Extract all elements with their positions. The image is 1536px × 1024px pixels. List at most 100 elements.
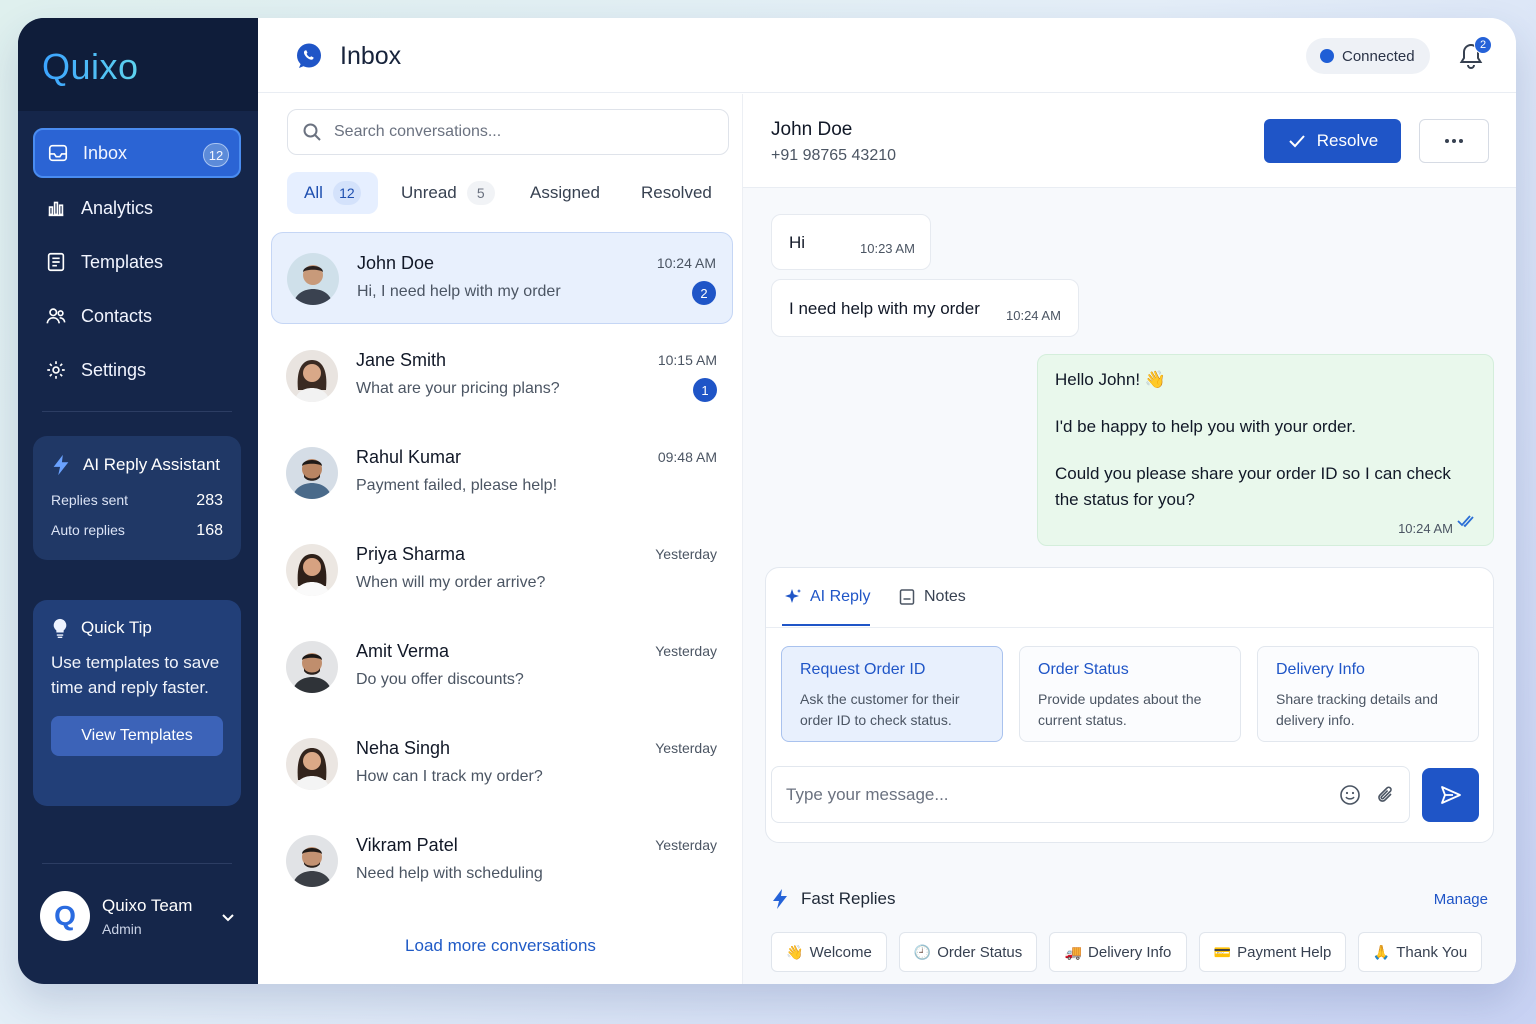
sidebar-item-templates[interactable]: Templates (33, 237, 241, 287)
top-bar: Inbox Connected 2 (258, 18, 1516, 93)
incoming-message: I need help with my order 10:24 AM (771, 279, 1079, 337)
stat-row: Replies sent 283 (51, 492, 223, 510)
conversation-item[interactable]: Neha Singh How can I track my order? Yes… (271, 718, 733, 810)
tab-resolved[interactable]: Resolved (641, 172, 712, 214)
avatar (287, 253, 339, 305)
search-input[interactable]: Search conversations... (287, 109, 729, 155)
attachment-icon[interactable] (1375, 784, 1397, 806)
more-icon (1445, 139, 1463, 143)
page-title: Inbox (340, 42, 402, 70)
chip-label: Order Status (937, 943, 1023, 961)
avatar (286, 738, 338, 790)
load-more-link[interactable]: Load more conversations (258, 936, 743, 956)
main-area: Inbox Connected 2 Search conversations..… (258, 18, 1516, 984)
message-text: Hi (789, 233, 806, 252)
chip-label: Thank You (1396, 943, 1468, 961)
conversation-item[interactable]: Vikram Patel Need help with scheduling Y… (271, 815, 733, 907)
contact-name: Amit Verma (356, 641, 450, 661)
conversation-item[interactable]: Priya Sharma When will my order arrive? … (271, 524, 733, 616)
resolve-button[interactable]: Resolve (1264, 119, 1401, 163)
stat-label: Auto replies (51, 522, 125, 538)
sidebar-item-label: Settings (81, 359, 147, 380)
tab-unread[interactable]: Unread 5 (401, 172, 495, 214)
emoji-icon[interactable] (1339, 784, 1361, 806)
sidebar: Quixo Inbox 12 Analytics Templates Conta… (18, 18, 258, 984)
tab-divider (766, 627, 1493, 628)
tab-ai-reply[interactable]: AI Reply (784, 588, 870, 606)
tab-all[interactable]: All 12 (287, 172, 378, 214)
user-role: Admin (102, 920, 142, 937)
message-input[interactable]: Type your message... (771, 766, 1410, 823)
suggestion-card[interactable]: Delivery Info Share tracking details and… (1257, 646, 1479, 742)
message-preview: How can I track my order? (356, 768, 543, 785)
stat-value: 168 (196, 522, 223, 539)
clock-icon: 🕘 (913, 943, 932, 960)
contact-name: Rahul Kumar (356, 447, 462, 467)
search-icon (303, 123, 321, 141)
suggestion-card[interactable]: Order Status Provide updates about the c… (1019, 646, 1241, 742)
thank-you-icon: 🙏 (1372, 943, 1391, 960)
message-preview: Do you offer discounts? (356, 671, 524, 688)
sidebar-item-analytics[interactable]: Analytics (33, 183, 241, 233)
message-time: 10:24 AM (1398, 521, 1453, 536)
sidebar-item-inbox[interactable]: Inbox 12 (33, 128, 241, 178)
fast-reply-chip[interactable]: 🙏 Thank You (1358, 932, 1482, 972)
tab-count: 12 (332, 181, 361, 205)
message-time: 10:23 AM (860, 241, 915, 256)
avatar: Q (40, 891, 90, 941)
tab-label: AI Reply (810, 588, 871, 605)
conversation-item[interactable]: John Doe Hi, I need help with my order 1… (271, 232, 733, 324)
user-profile[interactable]: Q Quixo Team Admin (40, 891, 240, 941)
suggestion-title: Request Order ID (800, 661, 926, 678)
suggestion-title: Delivery Info (1276, 661, 1365, 678)
chat-panel: John Doe +91 98765 43210 Resolve Hi 10:2… (743, 94, 1516, 984)
avatar (286, 350, 338, 402)
avatar (286, 641, 338, 693)
outgoing-message: Hello John! 👋 I'd be happy to help you w… (1037, 354, 1494, 546)
sidebar-item-label: Inbox (83, 142, 128, 163)
active-tab-indicator (782, 624, 870, 626)
view-templates-button[interactable]: View Templates (51, 716, 223, 756)
card-icon: 💳 (1213, 943, 1232, 960)
fast-reply-chip[interactable]: 👋 Welcome (771, 932, 887, 972)
sidebar-divider (42, 863, 232, 864)
fast-replies-title: Fast Replies (801, 889, 896, 908)
status-dot-icon (1320, 49, 1334, 63)
message-time: Yesterday (655, 740, 717, 756)
fast-reply-chip[interactable]: 💳 Payment Help (1199, 932, 1346, 972)
tab-notes[interactable]: Notes (898, 588, 966, 606)
sidebar-item-contacts[interactable]: Contacts (33, 291, 241, 341)
contacts-icon (45, 305, 67, 327)
conversation-item[interactable]: Amit Verma Do you offer discounts? Yeste… (271, 621, 733, 713)
incoming-message: Hi 10:23 AM (771, 214, 931, 270)
message-preview: Need help with scheduling (356, 865, 543, 882)
send-icon (1440, 786, 1461, 804)
chevron-down-icon[interactable] (220, 909, 236, 925)
fast-reply-chip[interactable]: 🕘 Order Status (899, 932, 1037, 972)
sidebar-item-settings[interactable]: Settings (33, 345, 241, 395)
message-time: 10:15 AM (657, 352, 717, 368)
send-button[interactable] (1422, 768, 1479, 822)
message-input-placeholder: Type your message... (786, 784, 949, 804)
avatar (286, 835, 338, 887)
manage-link[interactable]: Manage (1434, 891, 1488, 908)
conversation-item[interactable]: Jane Smith What are your pricing plans? … (271, 330, 733, 422)
user-info: Quixo Team Admin (102, 896, 192, 937)
avatar (286, 447, 338, 499)
message-preview: When will my order arrive? (356, 574, 546, 591)
more-options-button[interactable] (1419, 119, 1489, 163)
message-time: 09:48 AM (657, 449, 717, 465)
message-line: I'd be happy to help you with your order… (1055, 417, 1356, 436)
tab-label: Resolved (641, 183, 712, 202)
fast-reply-chip[interactable]: 🚚 Delivery Info (1049, 932, 1187, 972)
sidebar-divider (42, 411, 232, 412)
inbox-count-badge: 12 (203, 143, 229, 167)
lightbulb-icon (53, 618, 67, 638)
message-line: Hello John! 👋 (1055, 370, 1166, 389)
conversation-item[interactable]: Rahul Kumar Payment failed, please help!… (271, 427, 733, 519)
connection-status-text: Connected (1342, 47, 1415, 65)
avatar (286, 544, 338, 596)
tab-assigned[interactable]: Assigned (530, 172, 600, 214)
contact-name: Vikram Patel (356, 835, 458, 855)
suggestion-card[interactable]: Request Order ID Ask the customer for th… (781, 646, 1003, 742)
